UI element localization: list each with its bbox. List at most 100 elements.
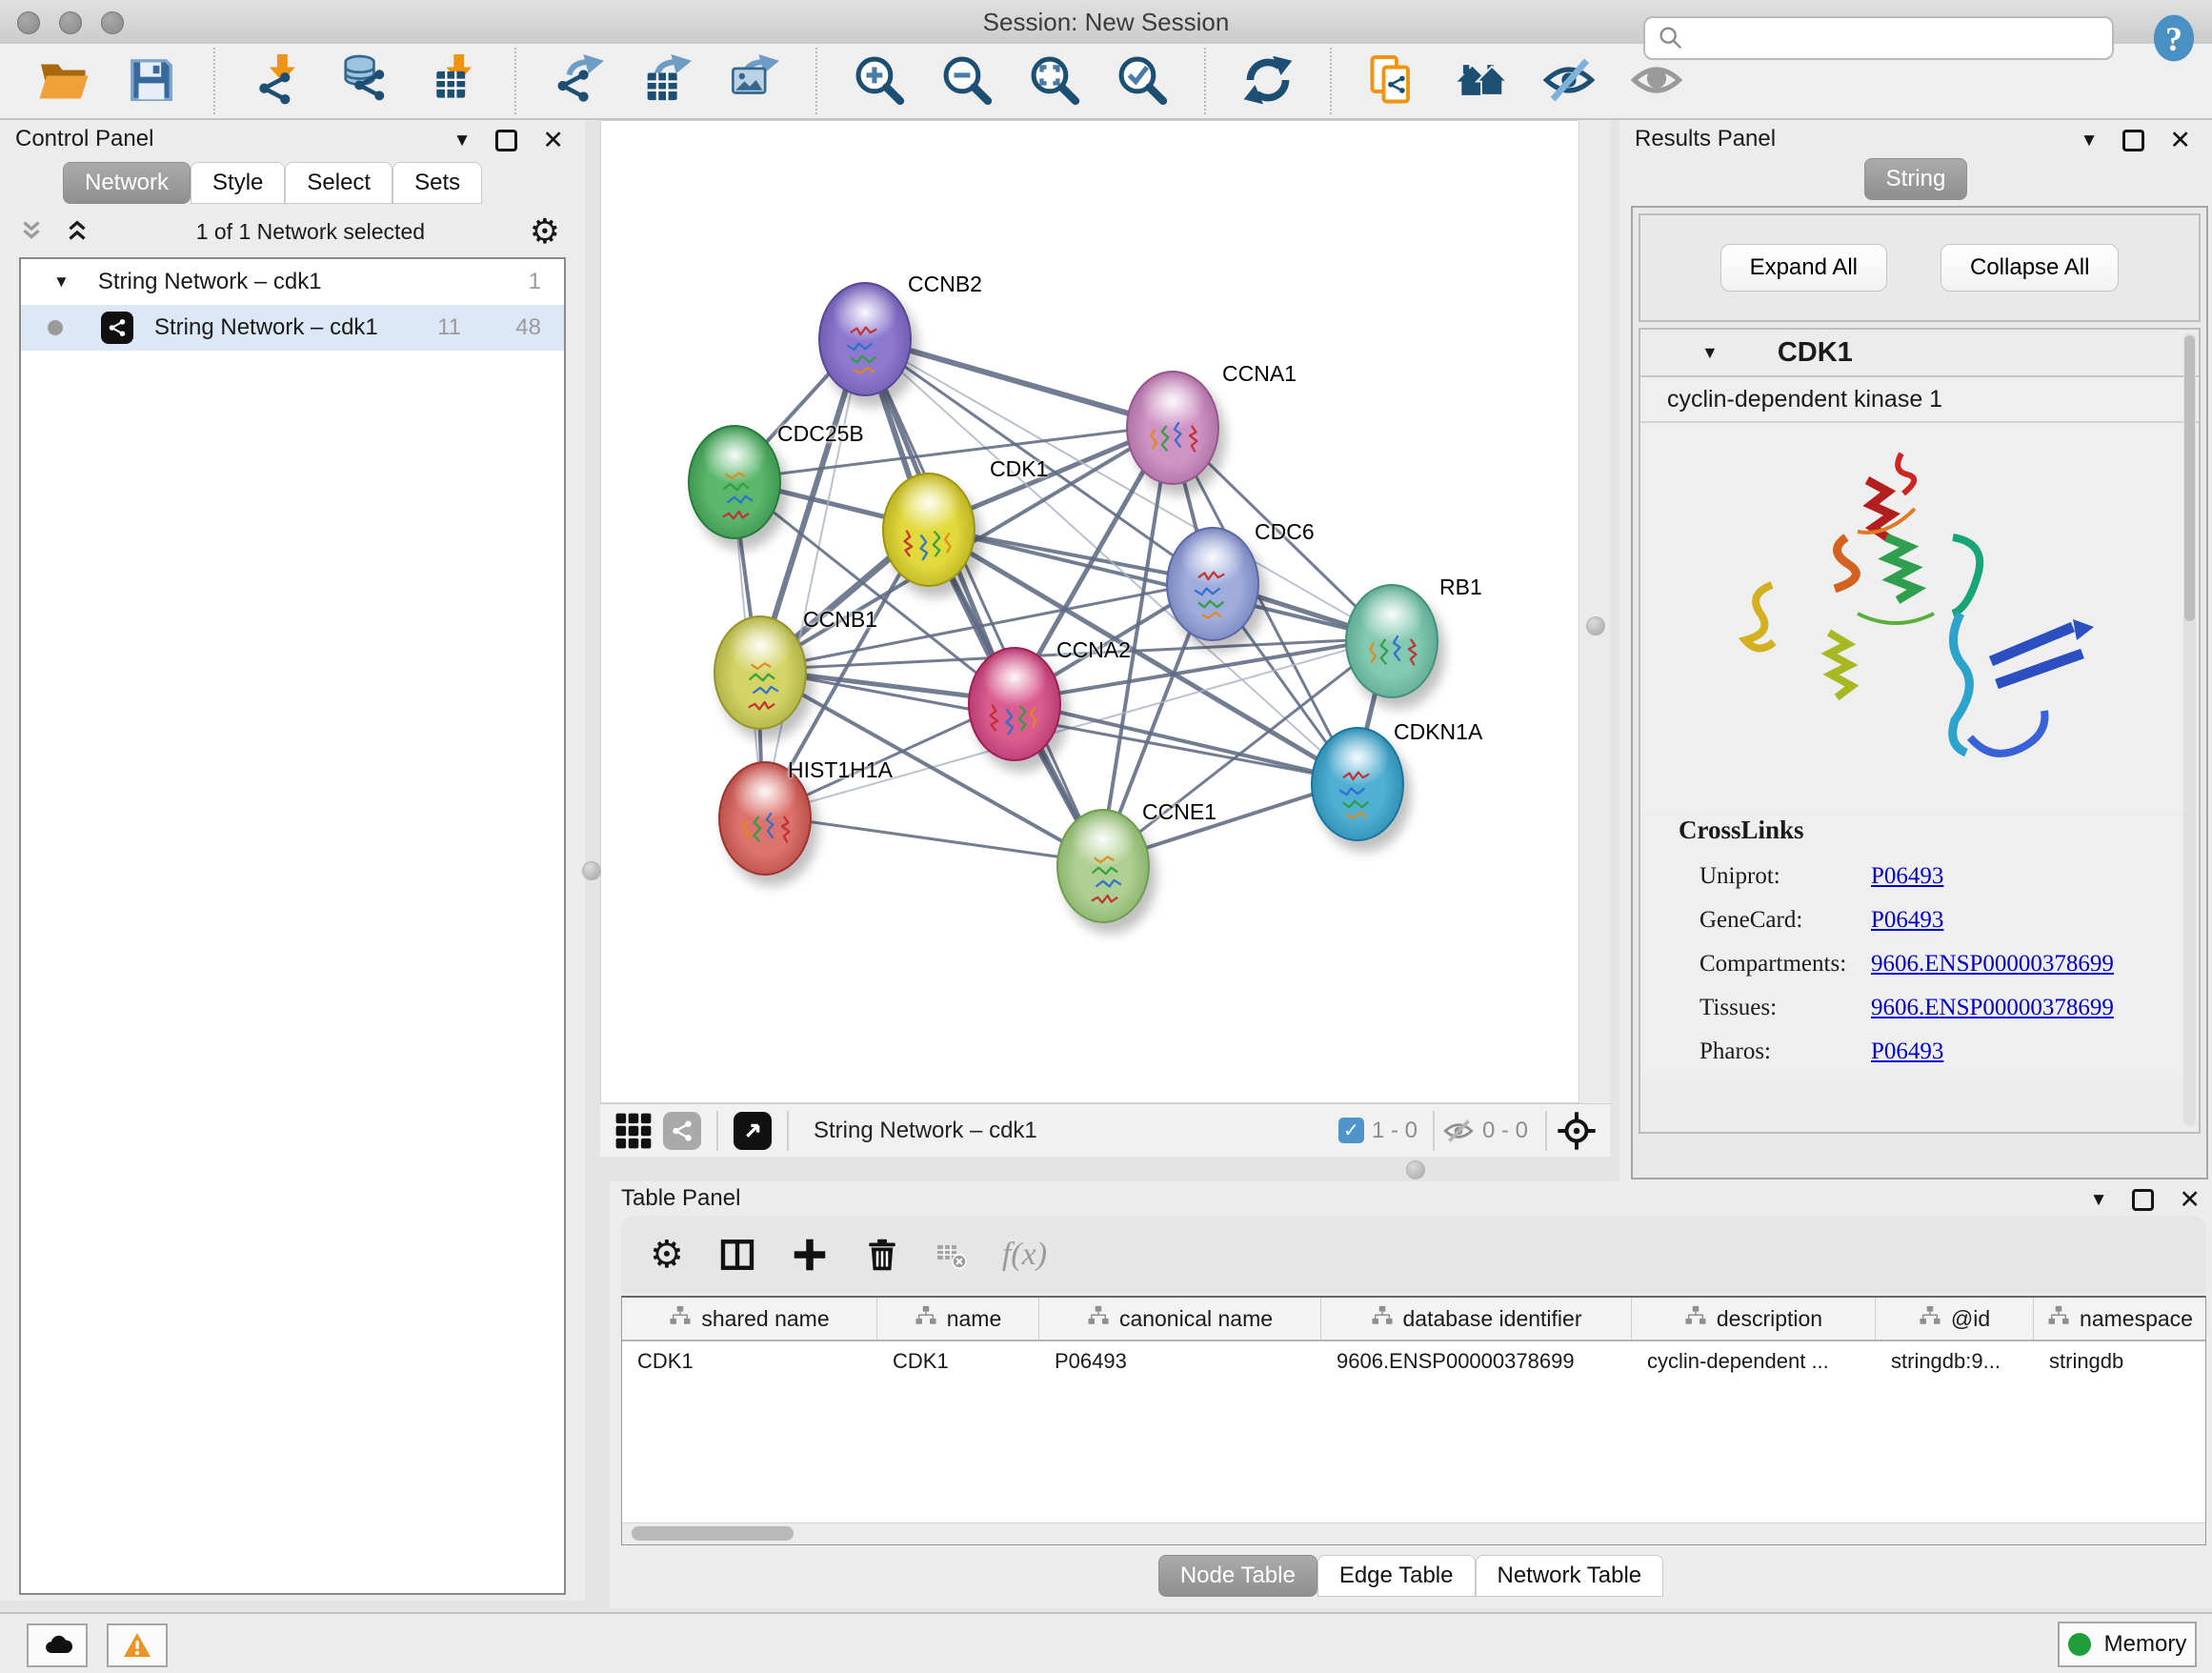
table-panel-close-button[interactable]: ✕	[2179, 1187, 2201, 1213]
node-table[interactable]: shared namenamecanonical namedatabase id…	[621, 1296, 2206, 1545]
tab-string[interactable]: String	[1864, 158, 1968, 200]
network-view-mode-button[interactable]	[663, 1112, 701, 1150]
birds-eye-view-button[interactable]	[1557, 1111, 1597, 1151]
table-cell[interactable]: 9606.ENSP00000378699	[1321, 1341, 1632, 1381]
crosslink-value[interactable]: P06493	[1871, 1030, 1943, 1074]
apply-layout-button[interactable]	[1238, 50, 1297, 112]
tab-edge-table[interactable]: Edge Table	[1317, 1555, 1476, 1597]
tab-network-table[interactable]: Network Table	[1476, 1555, 1664, 1597]
table-settings-gear-icon[interactable]: ⚙	[650, 1236, 684, 1274]
crosslink-value[interactable]: 9606.ENSP00000378699	[1871, 942, 2114, 986]
network-node-ccne1[interactable]	[1056, 809, 1150, 923]
open-session-button[interactable]	[34, 50, 93, 112]
zoom-out-button[interactable]	[937, 50, 996, 112]
table-hscrollbar-thumb[interactable]	[632, 1526, 794, 1541]
crosslink-value[interactable]: 9606.ENSP00000378699	[1871, 986, 2114, 1030]
cloud-button[interactable]	[27, 1623, 88, 1667]
canvas-right-splitter[interactable]	[1579, 120, 1610, 1103]
table-hscrollbar[interactable]	[622, 1522, 2205, 1544]
tab-network[interactable]: Network	[63, 162, 191, 204]
import-network-from-file-button[interactable]	[248, 50, 307, 112]
results-panel-menu-button[interactable]: ▼	[2081, 131, 2099, 151]
column-header-shared-name[interactable]: shared name	[622, 1298, 877, 1340]
warning-button[interactable]	[107, 1623, 168, 1667]
tab-sets[interactable]: Sets	[392, 162, 482, 204]
export-table-button[interactable]	[636, 50, 695, 112]
show-columns-icon[interactable]	[718, 1236, 756, 1274]
column-header-name[interactable]: name	[877, 1298, 1039, 1340]
expand-all-button[interactable]: Expand All	[1720, 244, 1887, 292]
help-button[interactable]: ?	[2149, 13, 2199, 63]
zoom-in-button[interactable]	[850, 50, 909, 112]
column-header-canonical-name[interactable]: canonical name	[1039, 1298, 1321, 1340]
table-cell[interactable]: stringdb:9...	[1876, 1341, 2034, 1381]
network-node-ccna1[interactable]	[1126, 371, 1219, 485]
search-input[interactable]	[1693, 25, 2112, 52]
results-panel-float-button[interactable]	[2122, 130, 2144, 151]
grid-view-button[interactable]	[613, 1111, 654, 1151]
network-node-cdkn1a[interactable]	[1311, 727, 1404, 841]
add-column-icon[interactable]	[791, 1236, 829, 1274]
zoom-selected-button[interactable]	[1113, 50, 1172, 112]
tab-select[interactable]: Select	[285, 162, 392, 204]
table-cell[interactable]: P06493	[1039, 1341, 1321, 1381]
network-canvas[interactable]: CCNB2 CCNA1 CDC25B CDK1 CDC6 RB1 CCNB1 C…	[600, 120, 1610, 1157]
network-node-cdk1[interactable]	[882, 473, 975, 587]
column-header-database-identifier[interactable]: database identifier	[1321, 1298, 1632, 1340]
gene-header-row[interactable]: ▼ CDK1	[1640, 330, 2199, 377]
results-scrollbar-thumb[interactable]	[2184, 335, 2195, 621]
import-network-from-database-button[interactable]	[335, 50, 394, 112]
table-cell[interactable]: stringdb	[2034, 1341, 2206, 1381]
clone-network-button[interactable]	[1364, 50, 1423, 112]
network-view[interactable]: CCNB2 CCNA1 CDC25B CDK1 CDC6 RB1 CCNB1 C…	[600, 120, 1579, 1103]
left-splitter-knob[interactable]	[582, 861, 601, 880]
splitter-knob[interactable]	[1586, 616, 1605, 635]
tab-node-table[interactable]: Node Table	[1158, 1555, 1317, 1597]
control-panel-close-button[interactable]: ✕	[542, 128, 564, 153]
crosslink-value[interactable]: P06493	[1871, 898, 1943, 942]
table-row[interactable]: CDK1CDK1P064939606.ENSP00000378699cyclin…	[622, 1341, 2205, 1381]
detach-view-button[interactable]	[734, 1112, 772, 1150]
table-cell[interactable]: cyclin-dependent ...	[1632, 1341, 1876, 1381]
network-node-ccna2[interactable]	[968, 647, 1061, 761]
crosslink-value[interactable]: P06493	[1871, 855, 1943, 898]
results-scrollbar[interactable]	[2183, 333, 2196, 1126]
search-box[interactable]	[1643, 16, 2114, 60]
export-image-button[interactable]	[724, 50, 783, 112]
network-collection-row[interactable]: ▼ String Network – cdk1 1	[21, 259, 564, 305]
results-panel: Results Panel ▼ ✕ String Expand All Coll…	[1619, 120, 2212, 1181]
hide-selected-button[interactable]	[1539, 50, 1599, 112]
network-node-ccnb1[interactable]	[714, 615, 807, 730]
network-node-rb1[interactable]	[1345, 584, 1438, 698]
import-table-from-file-button[interactable]	[423, 50, 482, 112]
expand-all-icon[interactable]	[63, 217, 91, 246]
table-cell[interactable]: CDK1	[622, 1341, 877, 1381]
bottom-splitter-knob[interactable]	[1406, 1160, 1425, 1179]
memory-button[interactable]: Memory	[2058, 1622, 2197, 1667]
network-node-ccnb2[interactable]	[818, 282, 912, 396]
zoom-fit-button[interactable]	[1025, 50, 1084, 112]
column-header-description[interactable]: description	[1632, 1298, 1876, 1340]
selected-checkbox[interactable]: ✓	[1338, 1118, 1364, 1143]
collapse-all-icon[interactable]	[17, 217, 46, 246]
table-panel-menu-button[interactable]: ▼	[2090, 1190, 2108, 1211]
control-panel-menu-button[interactable]: ▼	[453, 131, 472, 151]
column-header-namespace[interactable]: namespace	[2034, 1298, 2206, 1340]
export-network-button[interactable]	[549, 50, 608, 112]
tab-style[interactable]: Style	[191, 162, 285, 204]
table-panel-float-button[interactable]	[2132, 1189, 2154, 1211]
column-header-id[interactable]: @id	[1876, 1298, 2034, 1340]
table-cell[interactable]: CDK1	[877, 1341, 1039, 1381]
network-options-gear-icon[interactable]: ⚙	[530, 214, 560, 249]
gene-expander-icon[interactable]: ▼	[1701, 343, 1719, 363]
collapse-all-button[interactable]: Collapse All	[1941, 244, 2119, 292]
save-session-button[interactable]	[122, 50, 181, 112]
network-node-cdc25b[interactable]	[688, 425, 781, 539]
collection-expander-icon[interactable]: ▼	[53, 272, 70, 292]
delete-column-icon[interactable]	[863, 1236, 901, 1274]
network-node-cdc6[interactable]	[1166, 527, 1259, 641]
results-panel-close-button[interactable]: ✕	[2169, 128, 2191, 153]
control-panel-float-button[interactable]	[495, 130, 517, 151]
first-neighbors-button[interactable]	[1452, 50, 1511, 112]
network-row[interactable]: String Network – cdk1 11 48	[21, 305, 564, 351]
